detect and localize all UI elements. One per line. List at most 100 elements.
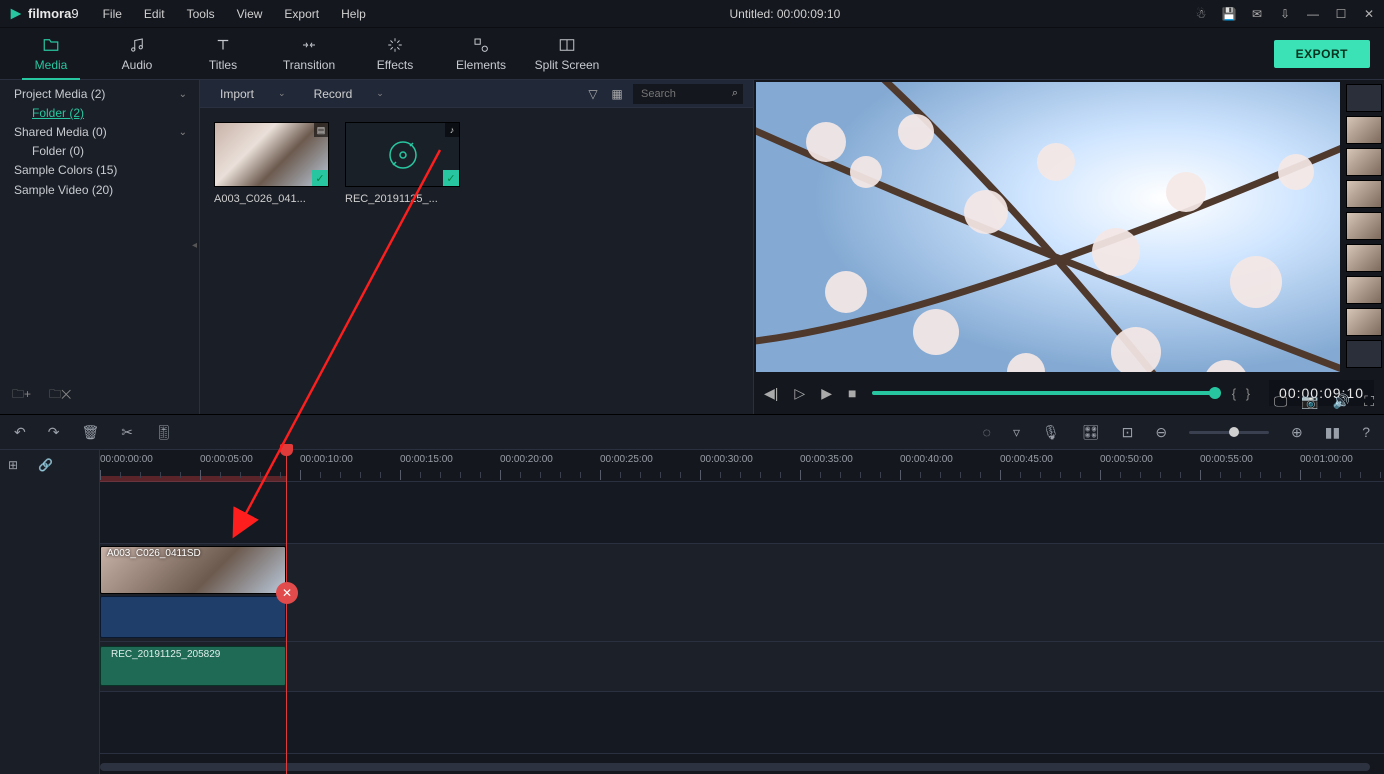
tab-elements[interactable]: Elements [438, 28, 524, 80]
preview-canvas[interactable] [756, 82, 1340, 372]
export-button[interactable]: EXPORT [1274, 40, 1370, 68]
voiceover-icon[interactable]: 🎙 [1042, 424, 1060, 441]
fullscreen-icon[interactable]: ⛶ [1364, 393, 1374, 410]
menu-export[interactable]: Export [274, 3, 329, 25]
tab-split-screen[interactable]: Split Screen [524, 28, 610, 80]
add-track-icon[interactable]: ⊞ [8, 458, 18, 472]
audio-clip[interactable]: REC_20191125_205829 [100, 646, 286, 686]
menu-edit[interactable]: Edit [134, 3, 175, 25]
strip-thumb[interactable] [1346, 244, 1382, 272]
search-input[interactable] [633, 84, 743, 104]
crop-icon[interactable]: ⊡ [1122, 424, 1134, 441]
menu-view[interactable]: View [227, 3, 273, 25]
snapshot-icon[interactable]: 📷 [1301, 393, 1318, 410]
ruler-tick: 00:01:00:00 [1300, 454, 1353, 465]
sidebar-item-project-media[interactable]: Project Media (2) ⌄ [0, 84, 199, 104]
video-clip[interactable]: A003_C026_0411SD [100, 546, 286, 594]
tab-transition[interactable]: Transition [266, 28, 352, 80]
search-icon[interactable]: ⌕ [732, 87, 738, 100]
strip-thumb[interactable] [1346, 148, 1382, 176]
strip-thumb[interactable] [1346, 276, 1382, 304]
check-icon: ✓ [312, 170, 328, 186]
audio-mixer-icon[interactable]: 🎛 [1082, 424, 1100, 441]
strip-thumb[interactable] [1346, 84, 1382, 112]
import-dropdown[interactable]: Import⌄ [210, 84, 296, 104]
link-icon[interactable]: 🔗 [38, 458, 53, 472]
minimize-button[interactable]: — [1306, 7, 1320, 21]
tab-effects[interactable]: Effects [352, 28, 438, 80]
split-icon[interactable]: ✂ [121, 424, 133, 441]
playhead[interactable]: ✕ [286, 450, 287, 774]
sidebar-child-folder-project[interactable]: Folder (2) [0, 104, 199, 122]
audio-track-1[interactable]: ♪1 🔒 🔈 REC_20191125_205829 [100, 642, 1384, 692]
sidebar-item-label: Sample Colors (15) [14, 163, 117, 177]
tab-audio[interactable]: Audio [94, 28, 180, 80]
zoom-out-icon[interactable]: ⊖ [1155, 424, 1167, 441]
collapse-sidebar-icon[interactable]: ◂ [192, 240, 197, 251]
preview-progress[interactable] [872, 391, 1215, 395]
document-title: Untitled: 00:00:09:10 [376, 7, 1194, 21]
step-back-icon[interactable]: ▷ [794, 385, 805, 402]
mark-in-out-icon[interactable]: { } [1232, 386, 1253, 401]
grid-view-icon[interactable]: ▦ [609, 87, 625, 101]
prev-frame-icon[interactable]: ◀| [764, 385, 778, 402]
download-icon[interactable]: ⇩ [1278, 7, 1292, 21]
preview-thumb-strip [1344, 82, 1384, 370]
music-note-icon: ♪ [445, 123, 459, 137]
save-icon[interactable]: 💾 [1222, 7, 1236, 21]
timeline-scrollbar[interactable] [100, 762, 1374, 772]
tab-split-label: Split Screen [535, 58, 600, 72]
sidebar-item-sample-video[interactable]: Sample Video (20) [0, 180, 199, 200]
track-manager-icon[interactable]: ▮▮ [1325, 424, 1340, 441]
ruler-tick: 00:00:50:00 [1100, 454, 1153, 465]
logo-icon [8, 6, 24, 22]
zoom-in-icon[interactable]: ⊕ [1291, 424, 1303, 441]
close-button[interactable]: ✕ [1362, 7, 1376, 21]
delete-icon[interactable]: 🗑 [81, 424, 99, 441]
help-icon[interactable]: ? [1362, 424, 1370, 440]
tab-transition-label: Transition [283, 58, 335, 72]
strip-thumb[interactable] [1346, 308, 1382, 336]
tab-media-label: Media [35, 58, 68, 72]
delete-folder-icon[interactable]: 🗀✕ [49, 385, 71, 406]
transition-icon [300, 36, 318, 54]
new-folder-icon[interactable]: 🗀+ [12, 385, 31, 406]
media-thumb-audio[interactable]: ♪ ✓ REC_20191125_... [345, 122, 460, 205]
record-dropdown[interactable]: Record⌄ [304, 84, 394, 104]
stop-icon[interactable]: ■ [848, 385, 856, 401]
render-icon[interactable]: ◌ [983, 424, 991, 440]
sidebar-item-shared-media[interactable]: Shared Media (0) ⌄ [0, 122, 199, 142]
maximize-button[interactable]: ☐ [1334, 7, 1348, 21]
play-icon[interactable]: ▶ [821, 385, 832, 402]
marker-icon[interactable]: ▿ [1013, 424, 1020, 441]
menu-tools[interactable]: Tools [177, 3, 225, 25]
linked-audio-clip[interactable] [100, 596, 286, 638]
spare-track[interactable] [100, 692, 1384, 754]
strip-thumb[interactable] [1346, 212, 1382, 240]
tab-titles[interactable]: Titles [180, 28, 266, 80]
redo-icon[interactable]: ↷ [48, 424, 60, 441]
media-thumb-video[interactable]: ▤ ✓ A003_C026_041... [214, 122, 329, 205]
account-icon[interactable]: ☃ [1194, 7, 1208, 21]
mail-icon[interactable]: ✉ [1250, 7, 1264, 21]
overlay-track[interactable] [100, 482, 1384, 544]
sidebar-child-folder-shared[interactable]: Folder (0) [0, 142, 199, 160]
playhead-handle-icon[interactable] [280, 444, 293, 456]
menu-file[interactable]: File [93, 3, 132, 25]
menu-help[interactable]: Help [331, 3, 376, 25]
ruler-tick: 00:00:55:00 [1200, 454, 1253, 465]
volume-icon[interactable]: 🔊 [1333, 393, 1350, 410]
zoom-slider[interactable] [1189, 431, 1269, 434]
record-label: Record [314, 87, 353, 101]
sidebar-item-sample-colors[interactable]: Sample Colors (15) [0, 160, 199, 180]
undo-icon[interactable]: ↶ [14, 424, 26, 441]
tab-media[interactable]: Media [8, 28, 94, 80]
adjust-icon[interactable]: 🎚 [155, 424, 173, 441]
scissor-icon[interactable]: ✕ [276, 582, 298, 604]
strip-thumb[interactable] [1346, 340, 1382, 368]
display-icon[interactable]: 🖵 [1274, 393, 1288, 410]
timeline-ruler[interactable]: 00:00:00:0000:00:05:0000:00:10:0000:00:1… [100, 450, 1384, 482]
filter-icon[interactable]: ▽ [585, 87, 601, 101]
strip-thumb[interactable] [1346, 180, 1382, 208]
strip-thumb[interactable] [1346, 116, 1382, 144]
